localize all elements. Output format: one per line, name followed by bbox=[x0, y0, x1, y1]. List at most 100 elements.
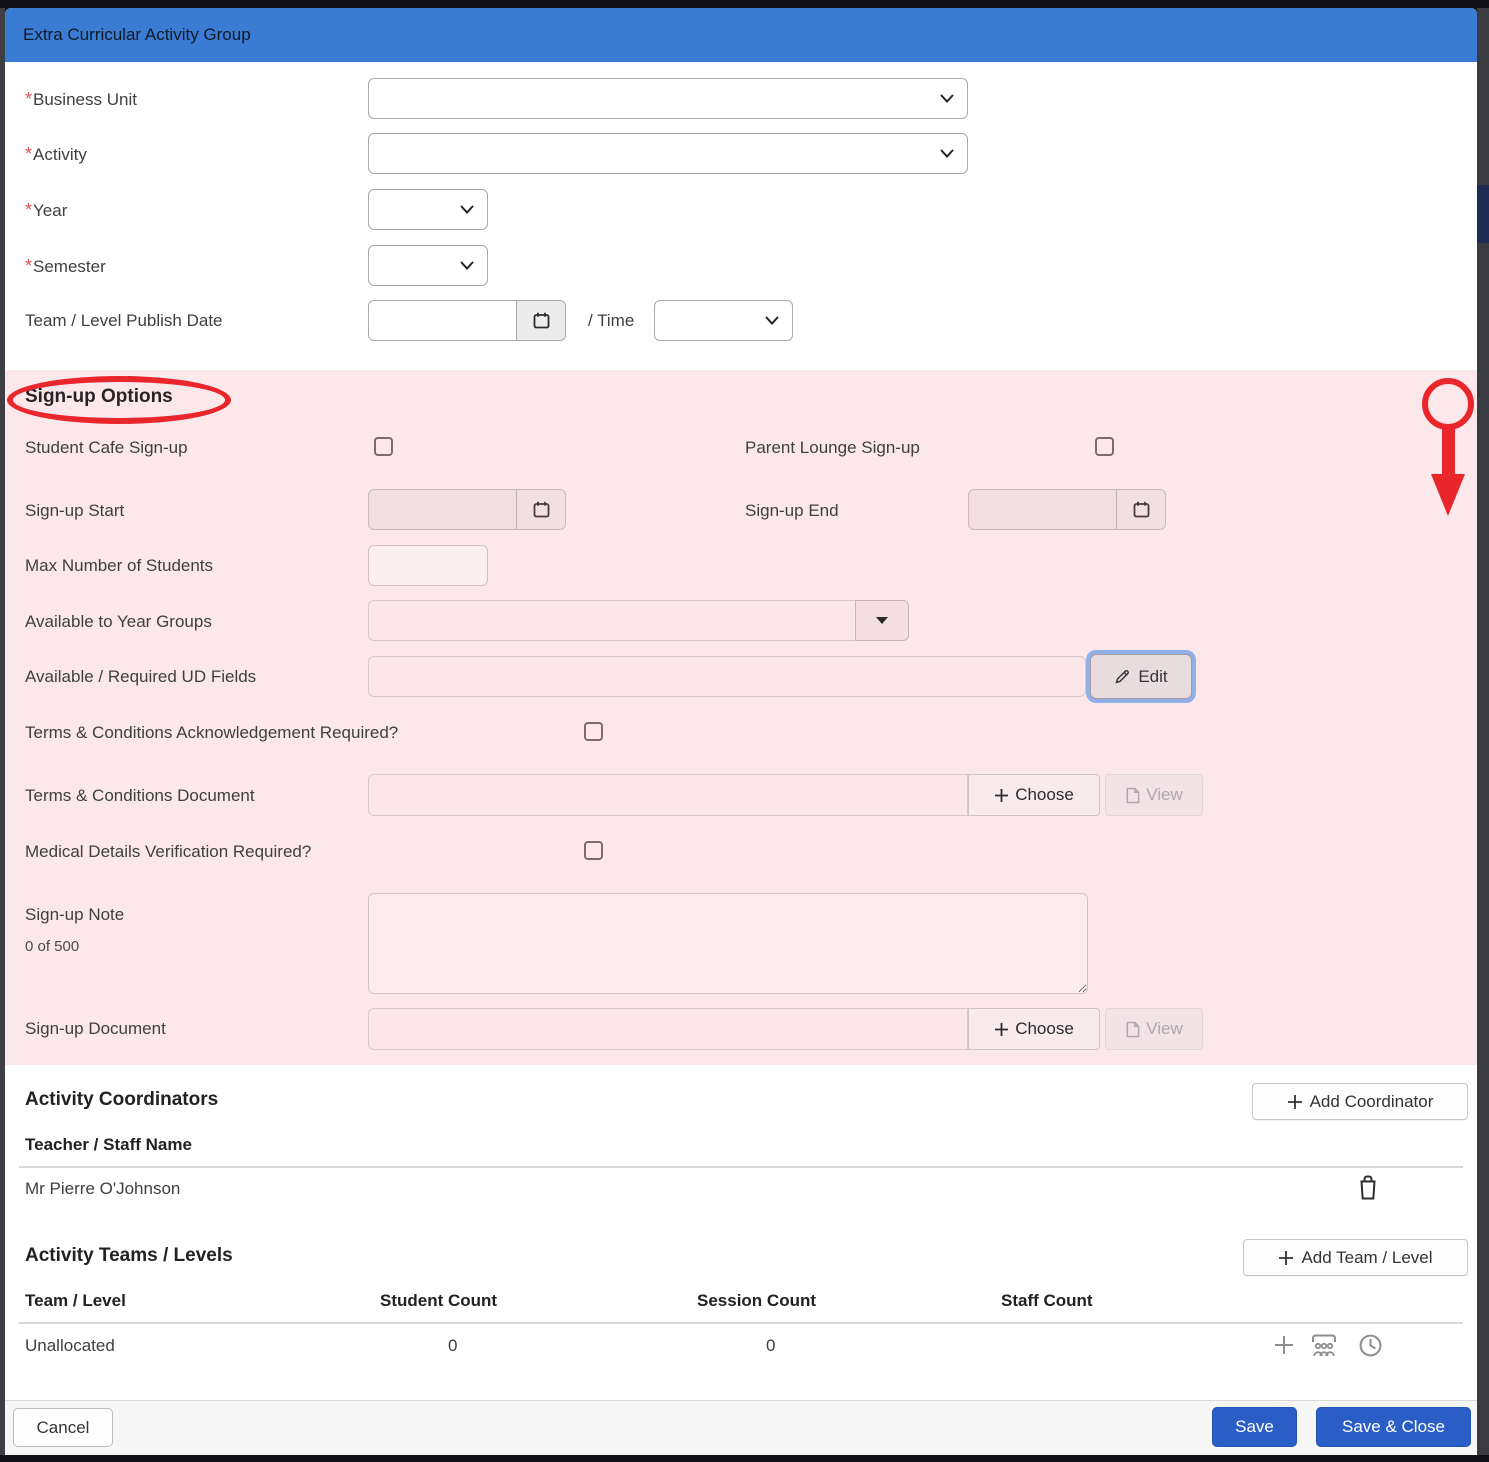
year-select[interactable] bbox=[368, 189, 488, 230]
calendar-icon bbox=[532, 500, 551, 519]
time-label: / Time bbox=[588, 310, 634, 332]
signup-doc-view-button[interactable]: View bbox=[1105, 1008, 1203, 1050]
staff-count-column-header: Staff Count bbox=[1001, 1291, 1093, 1311]
signup-start-calendar-button[interactable] bbox=[516, 489, 566, 530]
business-unit-label: *Business Unit bbox=[25, 88, 137, 111]
signup-doc-choose-button[interactable]: Choose bbox=[968, 1008, 1100, 1050]
dialog-header: Extra Curricular Activity Group bbox=[5, 8, 1477, 62]
coordinators-heading: Activity Coordinators bbox=[25, 1089, 218, 1111]
activity-select[interactable] bbox=[368, 133, 968, 174]
student-cafe-checkbox[interactable] bbox=[374, 437, 393, 456]
year-label: *Year bbox=[25, 199, 67, 222]
teams-heading: Activity Teams / Levels bbox=[25, 1245, 233, 1267]
tc-doc-view-button[interactable]: View bbox=[1105, 774, 1203, 816]
add-session-button[interactable] bbox=[1272, 1333, 1296, 1357]
tc-ack-checkbox[interactable] bbox=[584, 722, 603, 741]
publish-date-input[interactable] bbox=[368, 300, 517, 341]
chevron-down-icon bbox=[940, 94, 954, 103]
team-level-column-header: Team / Level bbox=[25, 1291, 126, 1311]
required-marker: * bbox=[25, 144, 32, 164]
add-team-level-button[interactable]: Add Team / Level bbox=[1243, 1239, 1468, 1276]
max-students-input[interactable] bbox=[368, 545, 488, 586]
signup-note-label: Sign-up Note bbox=[25, 904, 124, 926]
delete-coordinator-button[interactable] bbox=[1357, 1174, 1379, 1201]
calendar-icon bbox=[532, 311, 551, 330]
signup-end-input[interactable] bbox=[968, 489, 1117, 530]
teacher-staff-column-header: Teacher / Staff Name bbox=[25, 1135, 192, 1155]
signup-end-calendar-button[interactable] bbox=[1116, 489, 1166, 530]
session-count-cell: 0 bbox=[766, 1336, 775, 1356]
student-count-column-header: Student Count bbox=[380, 1291, 497, 1311]
view-button-label: View bbox=[1146, 1019, 1183, 1039]
plus-icon bbox=[1278, 1250, 1294, 1266]
tc-doc-label: Terms & Conditions Document bbox=[25, 785, 255, 807]
add-team-level-label: Add Team / Level bbox=[1301, 1248, 1432, 1268]
dialog-title: Extra Curricular Activity Group bbox=[23, 8, 251, 62]
chevron-down-icon bbox=[460, 205, 474, 214]
tc-doc-input[interactable] bbox=[368, 774, 968, 816]
business-unit-select[interactable] bbox=[368, 78, 968, 119]
year-groups-dropdown-button[interactable] bbox=[855, 600, 909, 641]
divider bbox=[19, 1166, 1463, 1168]
tc-doc-choose-button[interactable]: Choose bbox=[968, 774, 1100, 816]
collapse-signup-button[interactable] bbox=[1433, 392, 1463, 418]
note-counter: 0 of 500 bbox=[25, 936, 79, 958]
required-marker: * bbox=[25, 200, 32, 220]
semester-select[interactable] bbox=[368, 245, 488, 286]
ud-fields-input[interactable] bbox=[368, 656, 1086, 697]
signup-start-label: Sign-up Start bbox=[25, 500, 124, 522]
plus-icon bbox=[1272, 1333, 1296, 1357]
caret-down-icon bbox=[876, 617, 888, 624]
required-marker: * bbox=[25, 256, 32, 276]
tc-ack-label: Terms & Conditions Acknowledgement Requi… bbox=[25, 722, 398, 744]
add-coordinator-button[interactable]: Add Coordinator bbox=[1252, 1083, 1468, 1120]
medical-label: Medical Details Verification Required? bbox=[25, 841, 311, 863]
cancel-button[interactable]: Cancel bbox=[13, 1408, 113, 1447]
signup-note-textarea[interactable] bbox=[368, 893, 1088, 994]
chevron-down-icon bbox=[940, 149, 954, 158]
choose-button-label: Choose bbox=[1015, 1019, 1074, 1039]
publish-date-calendar-button[interactable] bbox=[516, 300, 566, 341]
chevron-down-icon bbox=[765, 316, 779, 325]
required-marker: * bbox=[25, 89, 32, 109]
session-count-column-header: Session Count bbox=[697, 1291, 816, 1311]
year-groups-label: Available to Year Groups bbox=[25, 611, 212, 633]
clock-icon bbox=[1358, 1333, 1383, 1358]
backdrop-accent bbox=[1477, 185, 1489, 243]
student-cafe-label: Student Cafe Sign-up bbox=[25, 437, 188, 459]
divider bbox=[19, 1322, 1463, 1324]
group-icon bbox=[1309, 1332, 1339, 1358]
activity-label: *Activity bbox=[25, 143, 87, 166]
pencil-icon bbox=[1114, 668, 1131, 685]
edit-button-label: Edit bbox=[1138, 667, 1167, 687]
activity-group-dialog: Extra Curricular Activity Group *Busines… bbox=[5, 8, 1477, 1455]
add-coordinator-label: Add Coordinator bbox=[1310, 1092, 1434, 1112]
publish-time-select[interactable] bbox=[654, 300, 793, 341]
team-students-button[interactable] bbox=[1309, 1332, 1339, 1358]
semester-label: *Semester bbox=[25, 255, 106, 278]
team-schedule-button[interactable] bbox=[1358, 1333, 1383, 1358]
max-students-label: Max Number of Students bbox=[25, 555, 213, 577]
parent-lounge-checkbox[interactable] bbox=[1095, 437, 1114, 456]
save-close-button[interactable]: Save & Close bbox=[1316, 1407, 1471, 1447]
team-level-cell: Unallocated bbox=[25, 1336, 115, 1356]
document-icon bbox=[1125, 787, 1140, 804]
signup-start-input[interactable] bbox=[368, 489, 517, 530]
student-count-cell: 0 bbox=[448, 1336, 457, 1356]
publish-date-label: Team / Level Publish Date bbox=[25, 310, 223, 332]
annotation-arrow-head bbox=[1431, 474, 1465, 516]
parent-lounge-label: Parent Lounge Sign-up bbox=[745, 437, 920, 459]
ud-fields-label: Available / Required UD Fields bbox=[25, 666, 256, 688]
medical-checkbox[interactable] bbox=[584, 841, 603, 860]
year-groups-input[interactable] bbox=[368, 600, 856, 641]
view-button-label: View bbox=[1146, 785, 1183, 805]
signup-doc-label: Sign-up Document bbox=[25, 1018, 166, 1040]
signup-options-section: Sign-up Options Student Cafe Sign-up Par… bbox=[5, 370, 1477, 1065]
signup-doc-input[interactable] bbox=[368, 1008, 968, 1050]
choose-button-label: Choose bbox=[1015, 785, 1074, 805]
edit-ud-fields-button[interactable]: Edit bbox=[1090, 654, 1192, 699]
save-button[interactable]: Save bbox=[1212, 1407, 1297, 1447]
annotation-arrow-shaft bbox=[1442, 428, 1455, 476]
plus-icon bbox=[994, 788, 1009, 803]
plus-icon bbox=[1287, 1094, 1303, 1110]
